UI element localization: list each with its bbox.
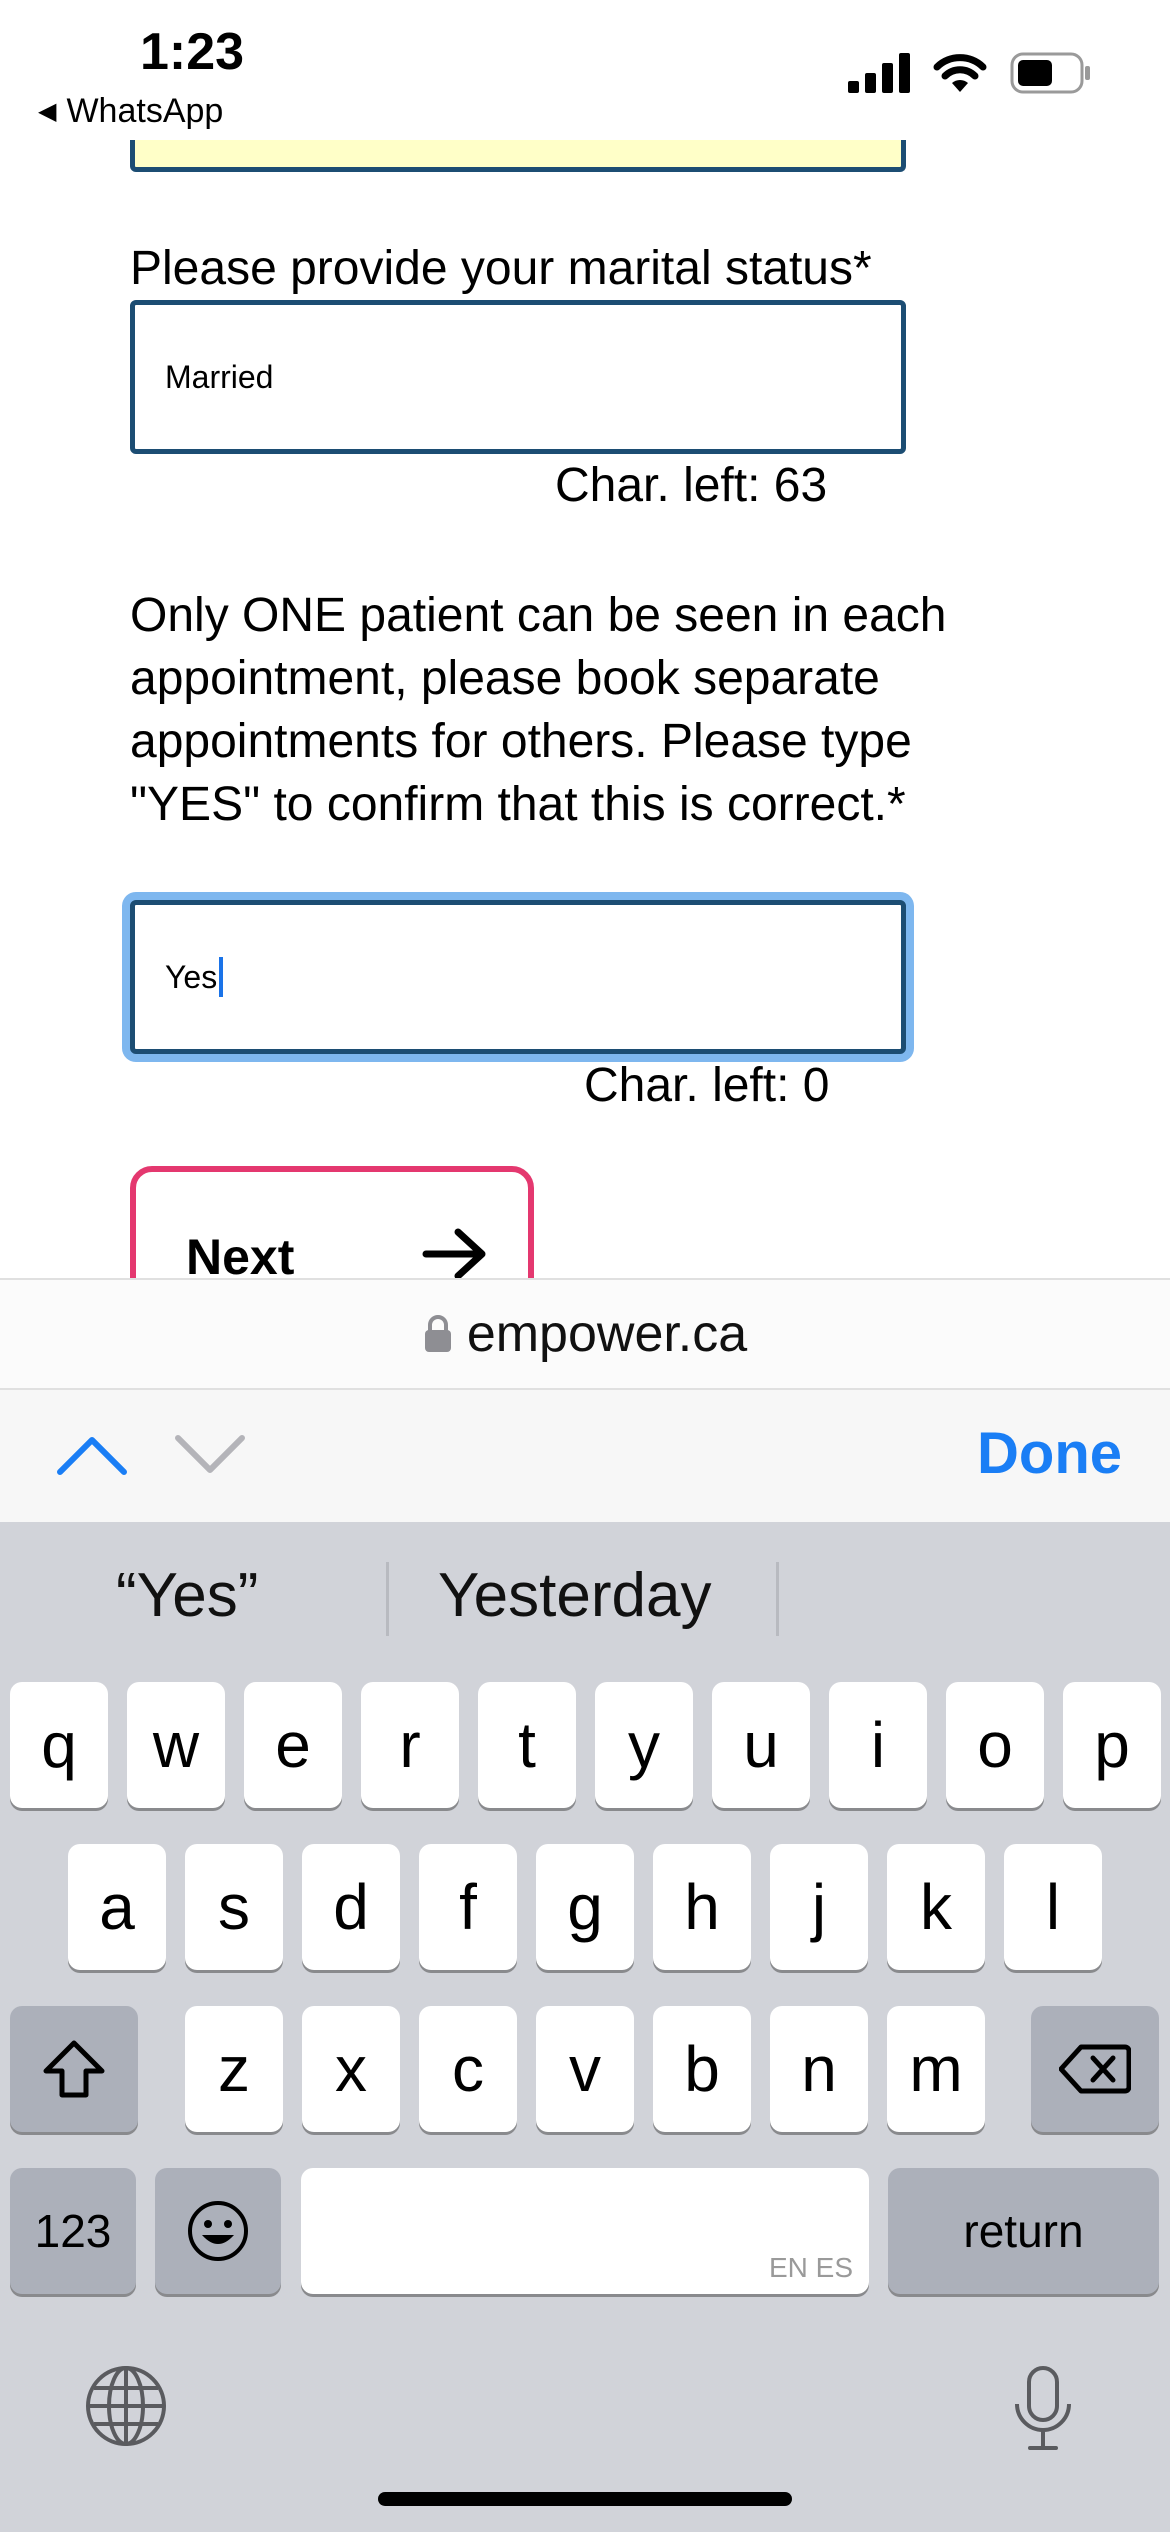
key-s[interactable]: s — [185, 1844, 283, 1970]
key-d[interactable]: d — [302, 1844, 400, 1970]
numbers-key[interactable]: 123 — [10, 2168, 136, 2294]
arrow-right-icon — [422, 1228, 486, 1278]
shift-arrow-icon — [43, 2040, 105, 2098]
suggestion-bar: “Yes” Yesterday — [0, 1522, 1170, 1672]
confirm-value: Yes — [165, 958, 218, 995]
suggestion-1[interactable]: “Yes” — [116, 1560, 258, 1631]
key-m[interactable]: m — [887, 2006, 985, 2132]
keyboard: “Yes” Yesterday q w e r t y u i o p a s … — [0, 1522, 1170, 2532]
backspace-key[interactable] — [1031, 2006, 1159, 2132]
status-bar: 1:23 ◀ WhatsApp — [0, 0, 1170, 140]
back-triangle-icon: ◀ — [38, 98, 57, 125]
next-field-chevron-down-icon[interactable] — [170, 1424, 250, 1484]
url-bar[interactable]: empower.ca — [0, 1278, 1170, 1390]
confirm-label: Only ONE patient can be seen in each app… — [130, 589, 947, 831]
next-button-label: Next — [186, 1229, 295, 1278]
key-z[interactable]: z — [185, 2006, 283, 2132]
key-c[interactable]: c — [419, 2006, 517, 2132]
battery-icon — [1010, 52, 1090, 94]
confirm-input[interactable]: Yes — [130, 900, 906, 1054]
key-h[interactable]: h — [653, 1844, 751, 1970]
status-icons — [848, 52, 1092, 94]
keyboard-accessory-bar: Done — [0, 1390, 1170, 1522]
emoji-key[interactable] — [155, 2168, 281, 2294]
key-x[interactable]: x — [302, 2006, 400, 2132]
back-to-app-link[interactable]: ◀ WhatsApp — [38, 92, 223, 131]
key-r[interactable]: r — [361, 1682, 459, 1808]
globe-icon[interactable] — [84, 2364, 168, 2453]
web-content: Please provide your marital status* Marr… — [0, 140, 1170, 1278]
key-k[interactable]: k — [887, 1844, 985, 1970]
next-button[interactable]: Next — [130, 1166, 534, 1278]
microphone-icon[interactable] — [1010, 2364, 1076, 2459]
key-t[interactable]: t — [478, 1682, 576, 1808]
return-key[interactable]: return — [888, 2168, 1159, 2294]
key-j[interactable]: j — [770, 1844, 868, 1970]
backspace-icon — [1059, 2044, 1131, 2094]
key-p[interactable]: p — [1063, 1682, 1161, 1808]
key-w[interactable]: w — [127, 1682, 225, 1808]
marital-chars-left: Char. left: 63 — [555, 459, 828, 512]
url-domain: empower.ca — [466, 1305, 748, 1363]
key-y[interactable]: y — [595, 1682, 693, 1808]
key-u[interactable]: u — [712, 1682, 810, 1808]
back-app-label: WhatsApp — [66, 92, 224, 130]
key-b[interactable]: b — [653, 2006, 751, 2132]
marital-status-input[interactable]: Married — [130, 300, 906, 454]
space-language-hint: EN ES — [768, 2252, 853, 2283]
home-indicator[interactable] — [378, 2492, 792, 2506]
lock-icon — [424, 1315, 451, 1352]
wifi-icon — [933, 54, 987, 92]
cellular-signal-icon — [848, 53, 910, 93]
suggestion-divider — [386, 1562, 389, 1636]
key-o[interactable]: o — [946, 1682, 1044, 1808]
previous-field[interactable] — [130, 140, 906, 172]
key-v[interactable]: v — [536, 2006, 634, 2132]
done-button[interactable]: Done — [977, 1420, 1122, 1487]
key-f[interactable]: f — [419, 1844, 517, 1970]
marital-status-label: Please provide your marital status* — [130, 242, 872, 295]
key-g[interactable]: g — [536, 1844, 634, 1970]
suggestion-2[interactable]: Yesterday — [438, 1560, 711, 1631]
suggestion-divider — [776, 1562, 779, 1636]
emoji-icon — [188, 2201, 248, 2261]
marital-status-value: Married — [165, 358, 274, 395]
key-e[interactable]: e — [244, 1682, 342, 1808]
key-q[interactable]: q — [10, 1682, 108, 1808]
key-l[interactable]: l — [1004, 1844, 1102, 1970]
key-a[interactable]: a — [68, 1844, 166, 1970]
confirm-chars-left: Char. left: 0 — [584, 1059, 830, 1112]
text-caret — [219, 957, 224, 997]
previous-field-chevron-up-icon[interactable] — [52, 1424, 132, 1484]
key-i[interactable]: i — [829, 1682, 927, 1808]
key-n[interactable]: n — [770, 2006, 868, 2132]
shift-key[interactable] — [10, 2006, 138, 2132]
space-key[interactable]: EN ES — [301, 2168, 869, 2294]
status-time: 1:23 — [140, 23, 245, 81]
